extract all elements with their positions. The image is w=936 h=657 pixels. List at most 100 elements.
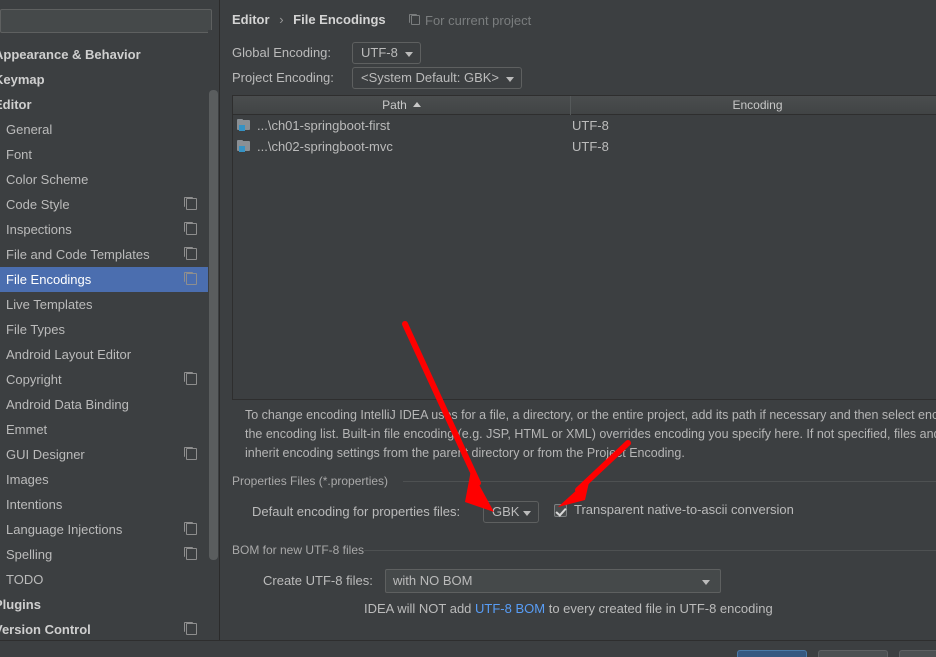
table-row[interactable]: ...\ch02-springboot-mvc UTF-8: [233, 136, 936, 157]
sidebar-item-intentions[interactable]: Intentions: [0, 492, 212, 517]
project-settings-icon: [184, 372, 197, 385]
sidebar-item-label: Color Scheme: [6, 172, 89, 187]
table-row[interactable]: ...\ch01-springboot-first UTF-8: [233, 115, 936, 136]
bom-note-suffix: to every created file in UTF-8 encoding: [545, 601, 773, 616]
sidebar-item-code-style[interactable]: Code Style: [0, 192, 212, 217]
bom-note-prefix: IDEA will NOT add: [364, 601, 476, 616]
sidebar-item-android-data-binding[interactable]: Android Data Binding: [0, 392, 212, 417]
sidebar-item-plugins[interactable]: Plugins: [0, 592, 212, 617]
encodings-table[interactable]: Path Encoding ...\ch01-springboot-first U…: [232, 95, 936, 400]
sort-ascending-icon: [412, 102, 421, 107]
bom-note: IDEA will NOT add UTF-8 BOM to every cre…: [364, 601, 773, 616]
description-line: the encoding list. Built-in file encodin…: [245, 427, 936, 441]
bom-create-dropdown[interactable]: with NO BOM: [385, 569, 721, 593]
table-cell-encoding[interactable]: UTF-8: [572, 136, 609, 157]
settings-sidebar: Appearance & Behavior Keymap Editor General…: [0, 0, 220, 640]
project-encoding-dropdown[interactable]: <System Default: GBK>: [352, 67, 523, 89]
sidebar-scrollbar-track[interactable]: [208, 30, 219, 640]
sidebar-item-label: Android Layout Editor: [6, 347, 132, 362]
properties-encoding-dropdown[interactable]: GBK: [483, 501, 539, 523]
sidebar-item-general[interactable]: General: [0, 117, 212, 142]
table-cell-path: ...\ch01-springboot-first: [257, 118, 390, 133]
module-folder-icon: [237, 119, 251, 131]
sidebar-item-label: Inspections: [6, 222, 72, 237]
properties-group-title: Properties Files (*.properties): [232, 474, 395, 488]
global-encoding-dropdown[interactable]: UTF-8: [352, 42, 421, 64]
apply-button[interactable]: [899, 650, 936, 657]
sidebar-item-label: GUI Designer: [6, 447, 85, 462]
project-scope-icon: [409, 14, 420, 25]
description-line: To change encoding IntelliJ IDEA uses fo…: [245, 408, 936, 422]
sidebar-scrollbar-thumb[interactable]: [209, 90, 218, 560]
sidebar-item-label: Android Data Binding: [6, 397, 129, 412]
chevron-down-icon: [702, 580, 710, 585]
sidebar-item-label: General: [6, 122, 53, 137]
ok-button[interactable]: [737, 650, 807, 657]
sidebar-item-label: Font: [6, 147, 33, 162]
sidebar-item-label: Images: [6, 472, 49, 487]
transparent-native-to-ascii-checkbox[interactable]: [554, 504, 567, 517]
transparent-native-to-ascii-label: Transparent native-to-ascii conversion: [574, 502, 794, 517]
sidebar-item-label: Live Templates: [6, 297, 93, 312]
sidebar-item-keymap[interactable]: Keymap: [0, 67, 212, 92]
project-settings-icon: [184, 447, 197, 460]
chevron-down-icon: [523, 511, 531, 516]
column-header-encoding-label: Encoding: [732, 98, 783, 112]
sidebar-item-file-encodings[interactable]: File Encodings: [0, 267, 212, 292]
sidebar-item-label: File and Code Templates: [6, 247, 150, 262]
search-input[interactable]: [0, 9, 212, 33]
sidebar-item-label: Editor: [0, 97, 32, 112]
breadcrumb-parent[interactable]: Editor: [232, 12, 270, 27]
sidebar-item-label: Version Control: [0, 622, 91, 637]
utf8-bom-link[interactable]: UTF-8 BOM: [475, 601, 545, 616]
cancel-button[interactable]: [818, 650, 888, 657]
column-header-encoding[interactable]: Encoding: [572, 96, 936, 115]
settings-tree[interactable]: Appearance & Behavior Keymap Editor General…: [0, 42, 212, 640]
sidebar-item-live-templates[interactable]: Live Templates: [0, 292, 212, 317]
sidebar-item-label: Language Injections: [6, 522, 123, 537]
sidebar-item-label: Spelling: [6, 547, 53, 562]
sidebar-item-label: File Types: [6, 322, 66, 337]
bom-create-label: Create UTF-8 files:: [263, 573, 373, 588]
bom-group-title: BOM for new UTF-8 files: [232, 543, 371, 557]
chevron-down-icon: [404, 52, 413, 57]
sidebar-item-label: Code Style: [6, 197, 70, 212]
table-cell-encoding[interactable]: UTF-8: [572, 115, 609, 136]
sidebar-item-copyright[interactable]: Copyright: [0, 367, 212, 392]
column-header-path[interactable]: Path: [233, 96, 571, 115]
breadcrumb-current: File Encodings: [293, 12, 386, 27]
global-encoding-label: Global Encoding:: [232, 45, 332, 60]
table-cell-path: ...\ch02-springboot-mvc: [257, 139, 393, 154]
sidebar-item-label: Keymap: [0, 72, 45, 87]
settings-dialog: Appearance & Behavior Keymap Editor General…: [0, 0, 936, 657]
sidebar-item-images[interactable]: Images: [0, 467, 212, 492]
bom-group-divider: [364, 550, 936, 551]
global-encoding-value: UTF-8: [361, 45, 398, 60]
project-settings-icon: [184, 272, 197, 285]
sidebar-item-spelling[interactable]: Spelling: [0, 542, 212, 567]
properties-encoding-label: Default encoding for properties files:: [252, 504, 461, 519]
sidebar-item-file-types[interactable]: File Types: [0, 317, 212, 342]
sidebar-item-todo[interactable]: TODO: [0, 567, 212, 592]
properties-encoding-value: GBK: [492, 504, 520, 519]
sidebar-item-color-scheme[interactable]: Color Scheme: [0, 167, 212, 192]
sidebar-item-gui-designer[interactable]: GUI Designer: [0, 442, 212, 467]
sidebar-item-emmet[interactable]: Emmet: [0, 417, 212, 442]
description-line: inherit encoding settings from the paren…: [245, 446, 685, 460]
sidebar-item-label: Intentions: [6, 497, 63, 512]
sidebar-item-file-and-code-templates[interactable]: File and Code Templates: [0, 242, 212, 267]
sidebar-item-android-layout-editor[interactable]: Android Layout Editor: [0, 342, 212, 367]
sidebar-item-editor[interactable]: Editor: [0, 92, 212, 117]
table-body: ...\ch01-springboot-first UTF-8 ...\ch02-s…: [233, 115, 936, 157]
breadcrumb: Editor › File Encodings: [232, 12, 386, 27]
column-header-path-label: Path: [382, 98, 407, 112]
sidebar-item-language-injections[interactable]: Language Injections: [0, 517, 212, 542]
sidebar-item-version-control[interactable]: Version Control: [0, 617, 212, 640]
project-encoding-label: Project Encoding:: [232, 70, 334, 85]
breadcrumb-separator-icon: ›: [279, 12, 284, 27]
dialog-footer: [0, 641, 936, 657]
sidebar-item-appearance-behavior[interactable]: Appearance & Behavior: [0, 42, 212, 67]
sidebar-item-label: File Encodings: [6, 272, 92, 287]
sidebar-item-font[interactable]: Font: [0, 142, 212, 167]
sidebar-item-inspections[interactable]: Inspections: [0, 217, 212, 242]
